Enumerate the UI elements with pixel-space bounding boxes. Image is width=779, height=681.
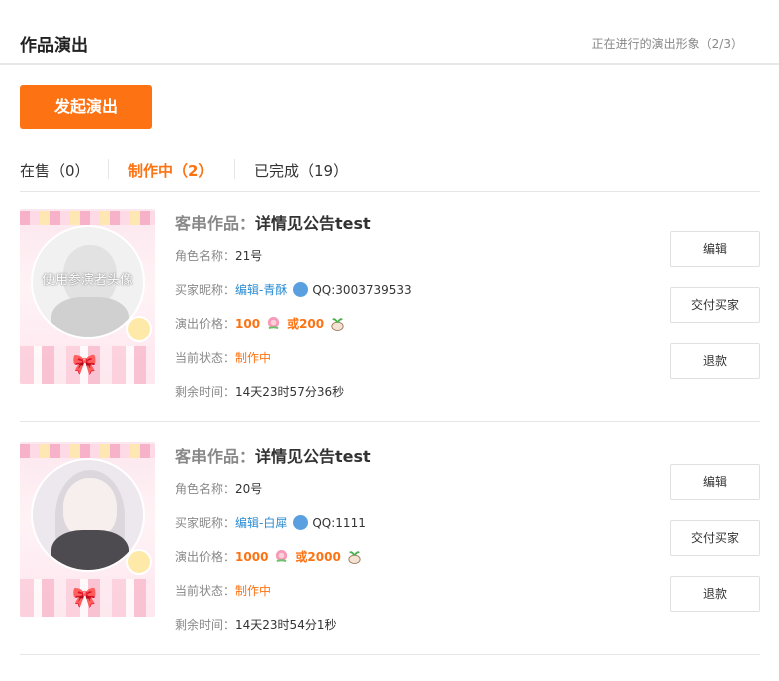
avatar-placeholder-label: 使用参演者头像 — [41, 273, 133, 288]
remaining-time: 14天23时54分1秒 — [235, 618, 337, 632]
sprout-icon — [348, 551, 361, 564]
buyer-row: 买家昵称：编辑-白犀 QQ:1111 — [175, 515, 366, 530]
role-name: 20号 — [235, 482, 263, 496]
role-row: 角色名称：20号 — [175, 482, 263, 496]
role-name: 21号 — [235, 249, 263, 263]
buyer-row: 买家昵称：编辑-青酥 QQ:3003739533 — [175, 282, 412, 297]
price-value: 100 — [235, 317, 261, 331]
deliver-button[interactable]: 交付买家 — [670, 287, 760, 323]
refund-button[interactable]: 退款 — [670, 576, 760, 612]
page-title: 作品演出 — [20, 36, 88, 56]
price-row: 演出价格：1000 或2000 — [175, 548, 362, 565]
tab-divider — [234, 159, 235, 179]
status-badge: 制作中 — [235, 351, 272, 365]
bow-icon: 🎀 — [72, 352, 97, 376]
tab-on-sale[interactable]: 在售（0） — [20, 160, 90, 181]
buyer-qq: QQ:1111 — [312, 516, 366, 530]
price-alt-value: 或200 — [287, 317, 325, 331]
performance-thumbnail: 🎀 — [20, 442, 155, 617]
start-performance-button[interactable]: 发起演出 — [20, 85, 152, 129]
qq-icon — [293, 515, 309, 530]
flower-icon — [267, 316, 280, 330]
performance-thumbnail: 使用参演者头像 🎀 — [20, 209, 155, 384]
remaining-row: 剩余时间：14天23时57分36秒 — [175, 385, 345, 399]
active-count-status: 正在进行的演出形象（2/3） — [591, 37, 743, 51]
work-title: 客串作品：详情见公告test — [175, 447, 371, 466]
buyer-name-link[interactable]: 编辑-白犀 — [235, 516, 287, 530]
status-badge: 制作中 — [235, 584, 272, 598]
badge-icon — [126, 549, 152, 575]
tab-completed[interactable]: 已完成（19） — [254, 160, 348, 181]
tab-in-production[interactable]: 制作中（2） — [128, 160, 213, 181]
price-row: 演出价格：100 或200 — [175, 315, 345, 332]
badge-icon — [126, 316, 152, 342]
bow-icon: 🎀 — [72, 585, 97, 609]
buyer-qq: QQ:3003739533 — [312, 283, 412, 297]
remaining-time: 14天23时57分36秒 — [235, 385, 345, 399]
price-alt-value: 或2000 — [295, 550, 341, 564]
role-row: 角色名称：21号 — [175, 249, 263, 263]
work-title: 客串作品：详情见公告test — [175, 214, 371, 233]
price-value: 1000 — [235, 550, 269, 564]
bunting-decoration — [20, 444, 155, 458]
bunting-decoration — [20, 211, 155, 225]
status-tabs: 在售（0） 制作中（2） 已完成（19） — [20, 150, 760, 192]
state-row: 当前状态：制作中 — [175, 584, 272, 598]
state-row: 当前状态：制作中 — [175, 351, 272, 365]
order-card: 🎀 客串作品：详情见公告test 角色名称：20号 买家昵称：编辑-白犀 QQ:1… — [20, 442, 760, 655]
remaining-row: 剩余时间：14天23时54分1秒 — [175, 618, 337, 632]
tab-divider — [108, 159, 109, 179]
flower-icon — [276, 549, 288, 563]
sprout-icon — [331, 318, 344, 331]
qq-icon — [293, 282, 309, 297]
edit-button[interactable]: 编辑 — [670, 231, 760, 267]
order-card: 使用参演者头像 🎀 客串作品：详情见公告test 角色名称：21号 买家昵称：编… — [20, 209, 760, 422]
refund-button[interactable]: 退款 — [670, 343, 760, 379]
deliver-button[interactable]: 交付买家 — [670, 520, 760, 556]
buyer-name-link[interactable]: 编辑-青酥 — [235, 283, 287, 297]
edit-button[interactable]: 编辑 — [670, 464, 760, 500]
page-header: 作品演出 正在进行的演出形象（2/3） — [0, 0, 779, 65]
